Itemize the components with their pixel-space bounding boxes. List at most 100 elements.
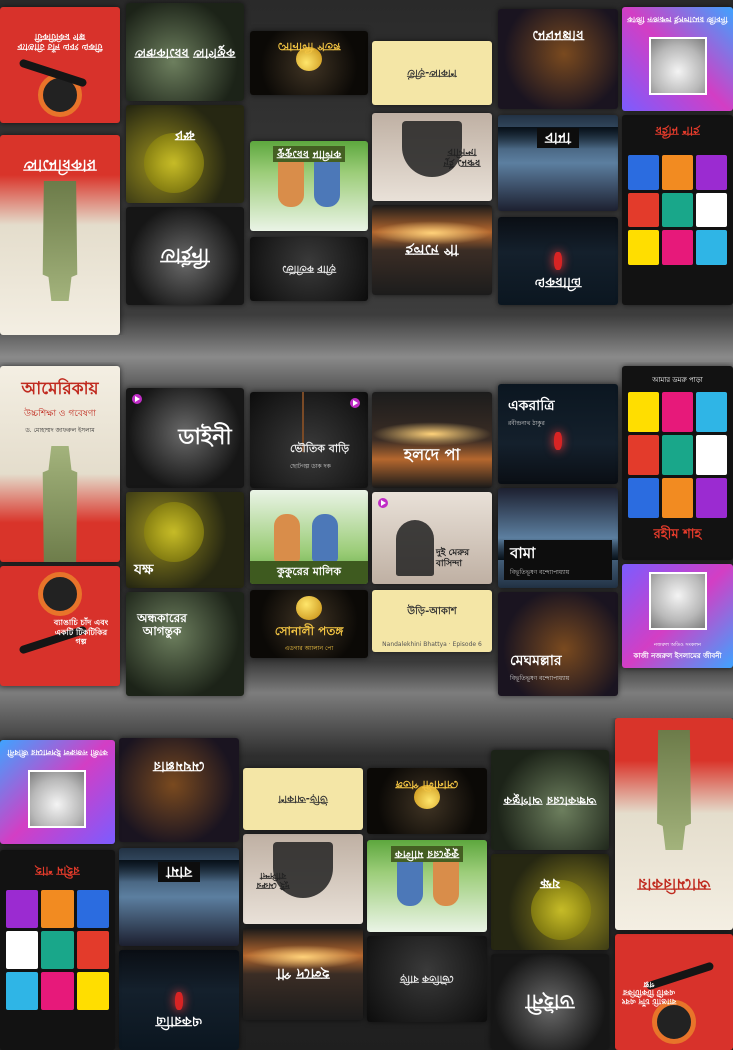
- book-title: যক্ষ: [134, 562, 154, 578]
- reflection-cover: দুই মেরুর বাসিন্দা: [372, 113, 492, 201]
- book-author: রবীন্দ্রনাথ ঠাকুর: [508, 420, 545, 427]
- book-title: সোনালী পতঙ্গ: [274, 624, 344, 638]
- play-icon[interactable]: [132, 394, 142, 404]
- book-cover-ondhokar[interactable]: অন্ধকারের আগন্তুক: [126, 592, 244, 696]
- kid-graphic: [278, 159, 304, 207]
- reflection-cover: দুই মেরুর বাসিন্দা: [243, 834, 363, 924]
- letter-blocks-graphic: [628, 155, 727, 265]
- episode-label: Nandalekhini Bhattya · Episode 6: [382, 641, 482, 648]
- book-title: ভৌতিক বাড়ি: [290, 442, 350, 455]
- book-cover-america[interactable]: আমেরিকায় উচ্চশিক্ষা ও গবেষণা ড. মোহাম্ম…: [0, 366, 120, 562]
- book-cover-nazrul[interactable]: নজরুল অডিও সংকলন কাজী নজরুল ইসলামের জীবন…: [622, 564, 733, 668]
- reflection-cover: ব্যাঙাচি চাঁদ এবং একটি টিকটিকির গল্প: [0, 7, 120, 123]
- reflection-cover: উড়ি-আকাশ: [372, 41, 492, 105]
- statue-graphic: [31, 181, 89, 301]
- play-icon[interactable]: [350, 398, 360, 408]
- spider-graphic: [296, 596, 322, 620]
- reflection-cover: যক্ষ: [491, 854, 609, 950]
- reflection-cover: সোনালী পতঙ্গ: [250, 31, 368, 95]
- kid-graphic: [433, 858, 459, 906]
- book-cover-megh[interactable]: মেঘমল্লার বিভূতিভূষণ বন্দ্যোপাধ্যায়: [498, 592, 618, 696]
- silhouette-graphic: [396, 520, 434, 576]
- reflection-cover: বামা: [119, 848, 239, 946]
- book-cover-dui[interactable]: দুই মেরুর বাসিন্দা: [372, 492, 492, 584]
- book-cover-halud[interactable]: হলদে পা: [372, 392, 492, 488]
- statue-graphic: [42, 446, 78, 562]
- play-icon[interactable]: [378, 498, 388, 508]
- reflection-cover: কাজী নজরুল ইসলামের জীবনী: [0, 740, 115, 844]
- reflection-cover: ভৌতিক বাড়ি: [250, 237, 368, 301]
- book-author: বিভূতিভূষণ বন্দ্যোপাধ্যায়: [510, 569, 570, 576]
- book-title: কাজী নজরুল ইসলামের জীবনী: [633, 652, 722, 660]
- portrait-graphic: [648, 37, 707, 95]
- reflection-cover: ভৌতিক বাড়ি: [367, 936, 487, 1022]
- reflection-cover: হলদে পা: [372, 205, 492, 295]
- portrait-graphic: [28, 770, 87, 828]
- book-cover-amar[interactable]: আমার ডমরু পাড়া রহীম শাহ: [622, 366, 733, 560]
- reflection-band-bottom: ব্যাঙাচি চাঁদ এবং একটি টিকটিকির গল্প আমে…: [0, 718, 733, 1050]
- book-author: ড. মোহাম্মদ জাফরুল ইসলাম: [25, 427, 95, 434]
- reflection-cover: অন্ধকারের আগন্তুক: [126, 3, 244, 101]
- reflection-cover: ডাইনী: [126, 207, 244, 305]
- book-cover-ekratri[interactable]: একরাত্রি রবীন্দ্রনাথ ঠাকুর: [498, 384, 618, 484]
- reflection-cover: যক্ষ: [126, 105, 244, 203]
- kid-graphic: [312, 514, 338, 562]
- book-cover-byangchi[interactable]: ব্যাঙাচি চাঁদ এবং একটি টিকটিকির গল্প: [0, 566, 120, 686]
- reflection-cover: একরাত্রি: [498, 217, 618, 305]
- book-cover-bama[interactable]: বামা বিভূতিভূষণ বন্দ্যোপাধ্যায়: [498, 488, 618, 588]
- book-title: একরাত্রি: [508, 398, 555, 414]
- book-cover-sonali[interactable]: সোনালী পতঙ্গ এডগার অ্যালান পো: [250, 590, 368, 658]
- book-subtitle: উচ্চশিক্ষা ও গবেষণা: [24, 409, 96, 419]
- wheel-graphic: [38, 572, 82, 616]
- reflection-cover: আমেরিকায়: [615, 718, 733, 930]
- reflection-cover: কাজী নজরুল ইসলামের জীবনী: [622, 7, 733, 111]
- book-author: নজরুল অডিও সংকলন: [654, 642, 701, 648]
- reflection-cover: রহীম শাহ: [622, 115, 733, 305]
- letter-blocks-graphic: [628, 392, 727, 518]
- book-title: ব্যাঙাচি চাঁদ এবং একটি টিকটিকির গল্প: [53, 618, 109, 647]
- reflection-band-top: ব্যাঙাচি চাঁদ এবং একটি টিকটিকির গল্প আমে…: [0, 0, 733, 335]
- reflection-cover: হলদে পা: [243, 928, 363, 1020]
- reflection-cover: অন্ধকারের আগন্তুক: [491, 750, 609, 850]
- red-figure-graphic: [175, 992, 183, 1010]
- kid-graphic: [274, 514, 300, 562]
- portrait-graphic: [648, 572, 707, 630]
- book-cover-daini[interactable]: ডাইনী: [126, 388, 244, 488]
- book-title: বামা: [510, 544, 536, 562]
- statue-graphic: [646, 730, 703, 850]
- book-author: বিভূতিভূষণ বন্দ্যোপাধ্যায়: [510, 675, 570, 682]
- book-title: মেঘমল্লার: [510, 653, 562, 669]
- reflection-cover: আমেরিকায়: [0, 135, 120, 335]
- cover-grid-main: আমেরিকায় উচ্চশিক্ষা ও গবেষণা ড. মোহাম্ম…: [0, 362, 733, 702]
- reflection-cover: কুকুরের মালিক: [367, 840, 487, 932]
- reflection-cover: ডাইনী: [491, 954, 609, 1050]
- book-title: অন্ধকারের আগন্তুক: [137, 611, 187, 639]
- book-title: দুই মেরুর বাসিন্দা: [436, 548, 470, 570]
- red-figure-graphic: [554, 251, 562, 270]
- book-title: কুকুরের মালিক: [276, 565, 342, 578]
- book-title: আমেরিকায়: [21, 379, 99, 399]
- reflection-cover: কুকুরের মালিক: [250, 141, 368, 231]
- book-title: ডাইনী: [178, 424, 232, 450]
- kid-graphic: [314, 159, 340, 207]
- book-cover-kukur[interactable]: কুকুরের মালিক: [250, 490, 368, 584]
- book-cover-jokkho[interactable]: যক্ষ: [126, 492, 244, 588]
- letter-blocks-graphic: [6, 890, 109, 1010]
- reflection-cover: ব্যাঙাচি চাঁদ এবং একটি টিকটিকির গল্প: [615, 934, 733, 1050]
- reflection-cover: মেঘমল্লার: [119, 738, 239, 842]
- reflection-cover: একরাত্রি: [119, 950, 239, 1050]
- reflection-cover: বামা: [498, 115, 618, 211]
- book-author: রহীম শাহ: [653, 527, 702, 542]
- book-author: এডগার অ্যালান পো: [284, 645, 334, 652]
- moon-graphic: [144, 502, 204, 562]
- reflection-cover: সোনালী পতঙ্গ: [367, 768, 487, 834]
- red-figure-graphic: [554, 432, 562, 450]
- book-title: উড়ি-আকাশ: [407, 606, 457, 617]
- book-cover-uri[interactable]: উড়ি-আকাশ Nandalekhini Bhattya · Episode…: [372, 590, 492, 652]
- book-author: ছোটগল্প ডাক দক: [290, 463, 331, 470]
- cover-wall: ব্যাঙাচি চাঁদ এবং একটি টিকটিকির গল্প আমে…: [0, 0, 733, 1050]
- reflection-cover: রহীম শাহ: [0, 850, 115, 1050]
- reflection-cover: মেঘমল্লার: [498, 9, 618, 109]
- kid-graphic: [397, 858, 423, 906]
- book-cover-bhoutik[interactable]: ভৌতিক বাড়ি ছোটগল্প ডাক দক: [250, 392, 368, 488]
